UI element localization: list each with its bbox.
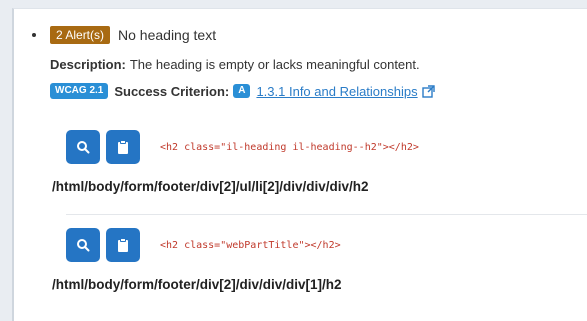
description-label: Description: [50,57,126,72]
clipboard-icon [118,238,128,252]
copy-button[interactable] [106,228,140,262]
wcag-badge: WCAG 2.1 [50,83,109,99]
highlight-button[interactable] [66,130,100,164]
external-link-icon[interactable] [421,84,435,98]
description: Description: The heading is empty or lack… [50,57,420,72]
alert-title: No heading text [118,27,217,43]
copy-button[interactable] [106,130,140,164]
divider [66,214,587,215]
alert-count-badge: 2 Alert(s) [50,26,111,44]
occurrence-item: <h2 class="webPartTitle"></h2> /html/bod… [52,227,587,292]
occurrence-item: <h2 class="il-heading il-heading--h2"></… [52,129,587,194]
clipboard-icon [118,140,128,154]
search-icon [77,239,90,252]
code-snippet: <h2 class="il-heading il-heading--h2"></… [160,141,419,153]
highlight-button[interactable] [66,228,100,262]
search-icon [77,141,90,154]
page: 2 Alert(s) No heading text Description: T… [0,0,587,321]
bullet-icon [32,33,36,37]
criterion-label: Success Criterion: [114,83,230,99]
alert-header[interactable]: 2 Alert(s) No heading text [32,25,216,45]
criterion-link[interactable]: 1.3.1 Info and Relationships [256,84,417,99]
xpath-text: /html/body/form/footer/div[2]/ul/li[2]/d… [52,179,369,194]
level-badge: A [233,84,251,98]
code-snippet: <h2 class="webPartTitle"></h2> [160,239,341,251]
success-criterion: WCAG 2.1 Success Criterion: A 1.3.1 Info… [50,81,435,101]
description-text: The heading is empty or lacks meaningful… [129,57,420,72]
xpath-text: /html/body/form/footer/div[2]/div/div/di… [52,277,342,292]
occurrence-actions: <h2 class="il-heading il-heading--h2"></… [66,129,587,165]
occurrence-actions: <h2 class="webPartTitle"></h2> [66,227,587,263]
alert-panel: 2 Alert(s) No heading text Description: T… [12,8,587,321]
